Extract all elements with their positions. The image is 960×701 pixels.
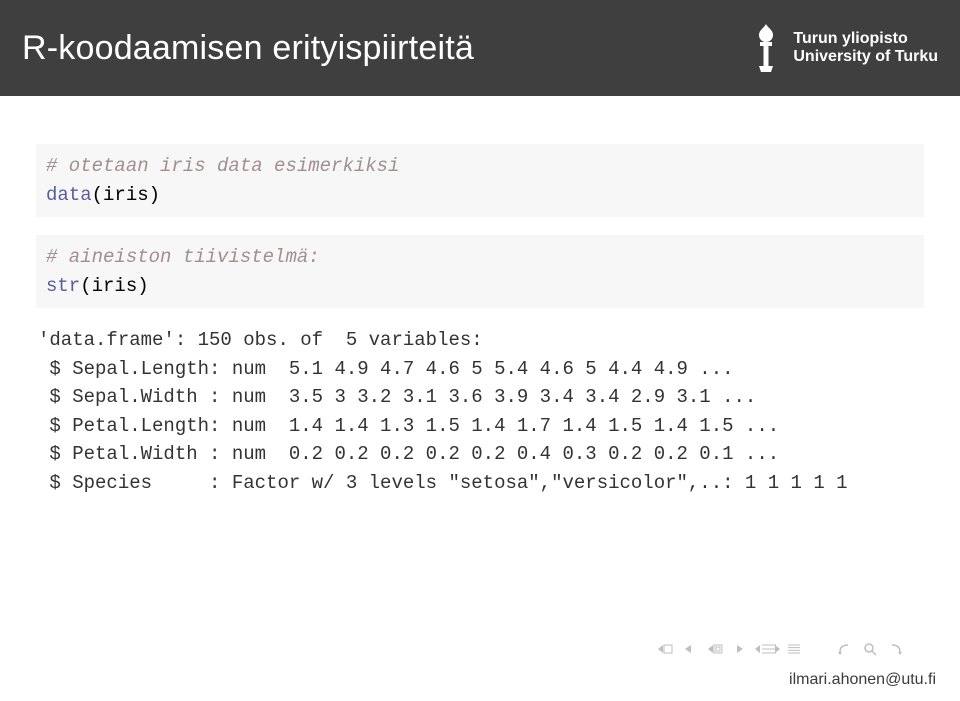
nav-next-icon[interactable] xyxy=(732,642,746,656)
beamer-nav xyxy=(652,641,904,657)
nav-back-icon[interactable] xyxy=(836,642,856,656)
code-args: (iris) xyxy=(80,275,148,297)
nav-next-section-icon[interactable] xyxy=(752,642,780,656)
code-comment: # otetaan iris data esimerkiksi xyxy=(46,152,914,181)
slide-header: R-koodaamisen erityispiirteitä Turun yli… xyxy=(0,0,960,96)
code-function: str xyxy=(46,275,80,297)
code-block-2: # aineiston tiivistelmä: str(iris) xyxy=(36,235,924,308)
uni-name-fi: Turun yliopisto xyxy=(793,30,938,48)
code-function: data xyxy=(46,184,92,206)
nav-search-icon[interactable] xyxy=(862,641,878,657)
university-logo: Turun yliopisto University of Turku xyxy=(749,22,938,74)
nav-prev-section-icon[interactable] xyxy=(702,642,726,656)
code-comment: # aineiston tiivistelmä: xyxy=(46,243,914,272)
nav-last-icon[interactable] xyxy=(786,642,814,656)
code-line: str(iris) xyxy=(46,272,914,301)
slide-content: # otetaan iris data esimerkiksi data(iri… xyxy=(0,96,960,497)
r-output: 'data.frame': 150 obs. of 5 variables: $… xyxy=(36,326,924,497)
slide-title: R-koodaamisen erityispiirteitä xyxy=(22,29,474,68)
nav-prev-icon[interactable] xyxy=(682,642,696,656)
code-block-1: # otetaan iris data esimerkiksi data(iri… xyxy=(36,144,924,217)
code-line: data(iris) xyxy=(46,181,914,210)
footer-email: ilmari.ahonen@utu.fi xyxy=(789,671,936,689)
code-args: (iris) xyxy=(92,184,160,206)
nav-first-icon[interactable] xyxy=(652,642,676,656)
uni-name-en: University of Turku xyxy=(793,48,938,66)
torch-icon xyxy=(749,22,783,74)
nav-forward-icon[interactable] xyxy=(884,642,904,656)
university-names: Turun yliopisto University of Turku xyxy=(793,30,938,65)
